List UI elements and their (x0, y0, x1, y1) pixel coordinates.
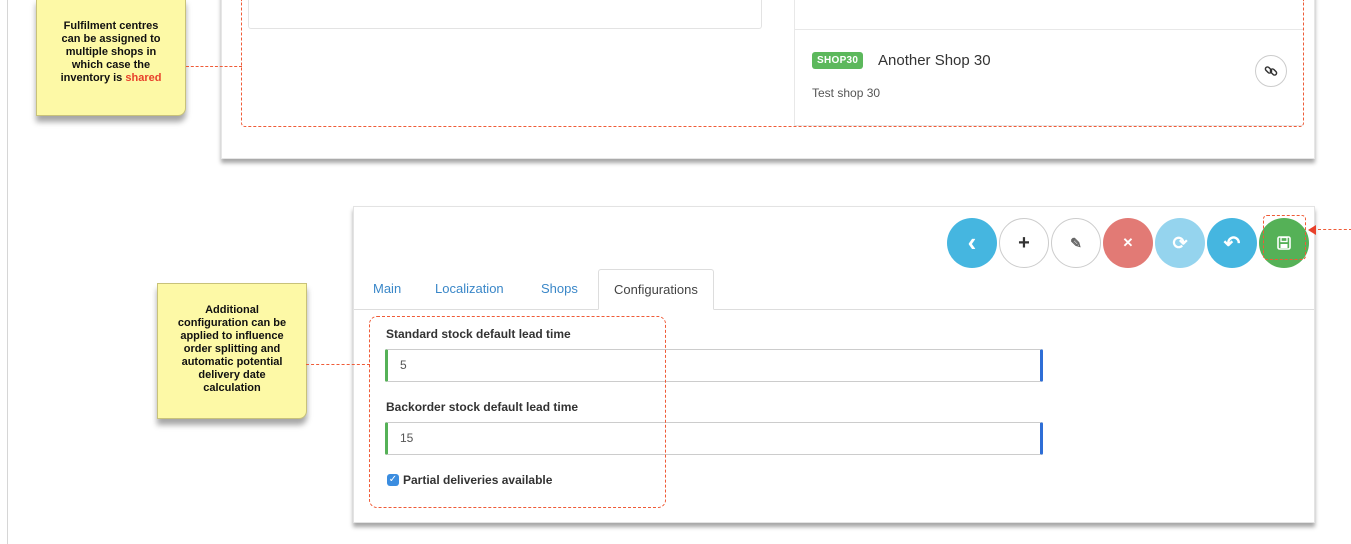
undo-button[interactable]: ↶ (1207, 218, 1257, 268)
chevron-left-icon: ‹ (967, 226, 977, 257)
note-line: can be assigned to (61, 33, 161, 45)
tab-shops[interactable]: Shops (526, 269, 593, 309)
save-connector (1318, 229, 1351, 230)
plus-icon: + (1018, 231, 1030, 254)
note-line: applied to influence (180, 330, 284, 342)
edit-button[interactable]: ✎ (1051, 218, 1101, 268)
tab-localization[interactable]: Localization (420, 269, 519, 309)
note-line: calculation (203, 382, 261, 394)
shops-highlight-outline (241, 0, 1304, 127)
arrow-left-icon (1308, 225, 1316, 235)
note-line: Additional (205, 304, 259, 316)
note-line: multiple shops in (65, 46, 157, 58)
note-line: Fulfilment centres (63, 20, 159, 32)
save-highlight-outline (1263, 215, 1306, 260)
note-line: configuration can be (177, 317, 287, 329)
note-connector (186, 66, 242, 67)
note-line: which case the (71, 59, 151, 71)
note-line: order splitting and (183, 343, 281, 355)
tab-main[interactable]: Main (358, 269, 416, 309)
back-button[interactable]: ‹ (947, 218, 997, 268)
configuration-note: Additional configuration can be applied … (157, 283, 307, 419)
shared-inventory-note: Fulfilment centres can be assigned to mu… (36, 0, 186, 116)
undo-icon: ↶ (1223, 232, 1241, 255)
refresh-icon: ⟳ (1172, 232, 1188, 253)
tab-configurations[interactable]: Configurations (598, 269, 714, 310)
note-line: inventory is shared (43, 72, 179, 85)
config-highlight-outline (369, 316, 666, 508)
note-text: inventory is (60, 72, 126, 84)
note-line: automatic potential (181, 356, 283, 368)
cancel-button[interactable]: ✕ (1103, 218, 1153, 268)
page-left-rule (7, 0, 8, 544)
refresh-button[interactable]: ⟳ (1155, 218, 1205, 268)
note-line: delivery date (198, 369, 266, 381)
note-highlight: shared (125, 72, 162, 84)
tab-bar: Main Localization Shops Configurations (354, 269, 1314, 310)
note-connector (306, 364, 370, 365)
close-icon: ✕ (1122, 235, 1134, 250)
edit-icon: ✎ (1070, 234, 1082, 251)
add-button[interactable]: + (999, 218, 1049, 268)
